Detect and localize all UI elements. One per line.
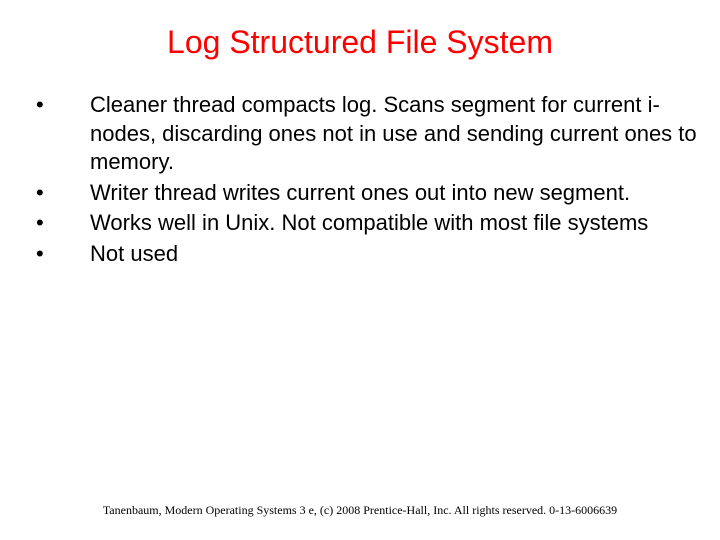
bullet-marker: •	[30, 179, 90, 208]
list-item: • Cleaner thread compacts log. Scans seg…	[30, 91, 700, 177]
bullet-marker: •	[30, 91, 90, 120]
bullet-marker: •	[30, 209, 90, 238]
bullet-text: Not used	[90, 240, 700, 269]
list-item: • Not used	[30, 240, 700, 269]
bullet-marker: •	[30, 240, 90, 269]
bullet-text: Works well in Unix. Not compatible with …	[90, 209, 700, 238]
bullet-text: Writer thread writes current ones out in…	[90, 179, 700, 208]
bullet-list: • Cleaner thread compacts log. Scans seg…	[0, 91, 720, 269]
list-item: • Works well in Unix. Not compatible wit…	[30, 209, 700, 238]
page-title: Log Structured File System	[0, 0, 720, 91]
list-item: • Writer thread writes current ones out …	[30, 179, 700, 208]
footer-citation: Tanenbaum, Modern Operating Systems 3 e,…	[0, 503, 720, 518]
bullet-text: Cleaner thread compacts log. Scans segme…	[90, 91, 700, 177]
